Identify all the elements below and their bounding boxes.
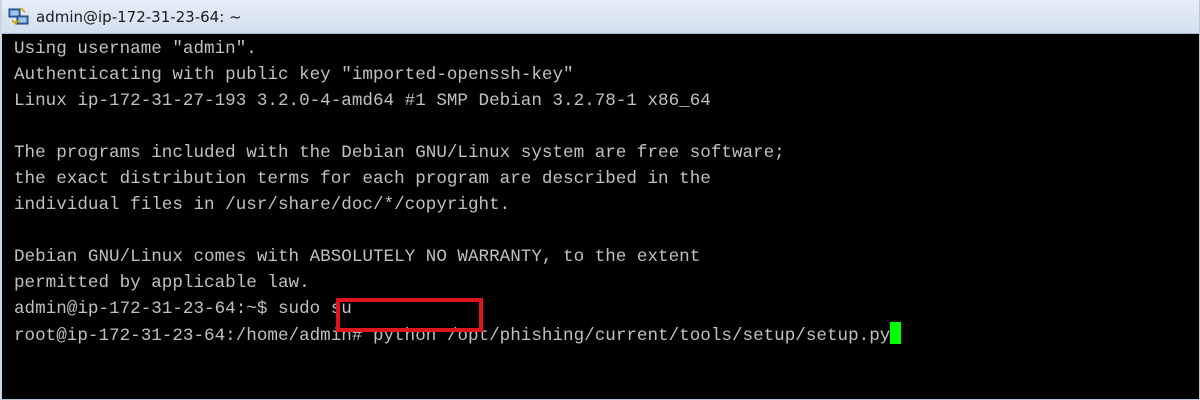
terminal-line: Authenticating with public key "imported… (14, 65, 574, 85)
terminal-line: the exact distribution terms for each pr… (14, 169, 711, 189)
sudo-command: sudo su (267, 299, 352, 319)
admin-prompt: admin@ip-172-31-23-64:~$ (14, 299, 268, 319)
setup-command: python /opt/phishing/current/tools/setup… (362, 326, 891, 346)
text-cursor (890, 322, 902, 344)
root-prompt: root@ip-172-31-23-64:/home/admin# (14, 326, 363, 346)
terminal-line: Debian GNU/Linux comes with ABSOLUTELY N… (14, 247, 701, 267)
terminal-line: The programs included with the Debian GN… (14, 143, 785, 163)
terminal-line: Linux ip-172-31-27-193 3.2.0-4-amd64 #1 … (14, 91, 711, 111)
terminal-window: admin@ip-172-31-23-64: ~ Using username … (0, 0, 1200, 400)
root-prompt-line: root@ip-172-31-23-64:/home/admin# python… (14, 322, 902, 348)
window-title: admin@ip-172-31-23-64: ~ (36, 8, 242, 26)
putty-icon (8, 7, 29, 26)
terminal-output[interactable]: Using username "admin". Authenticating w… (4, 34, 1199, 399)
terminal-line: permitted by applicable law. (14, 273, 310, 293)
terminal-line: Using username "admin". (14, 39, 257, 59)
terminal-line: individual files in /usr/share/doc/*/cop… (14, 195, 511, 215)
title-bar[interactable]: admin@ip-172-31-23-64: ~ (2, 0, 1199, 34)
admin-prompt-line: admin@ip-172-31-23-64:~$ sudo su (14, 296, 352, 322)
